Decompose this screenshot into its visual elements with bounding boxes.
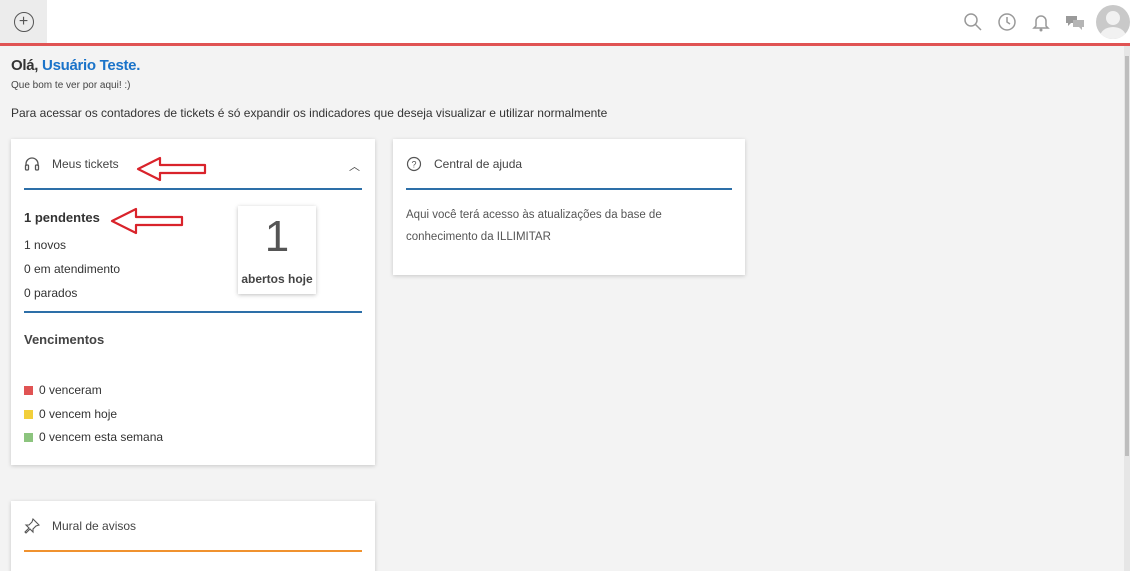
due-overdue[interactable]: 0 venceram <box>24 383 102 397</box>
search-icon <box>964 13 982 31</box>
greeting-hello: Olá, <box>11 57 39 74</box>
scrollbar-thumb[interactable] <box>1125 56 1129 456</box>
history-icon <box>998 13 1016 31</box>
help-text-line1: Aqui você terá acesso às atualizações da… <box>406 209 662 221</box>
annotation-arrow-pending <box>110 207 184 235</box>
tickets-pending[interactable]: 1 pendentes <box>24 210 100 225</box>
greeting-user-name[interactable]: Usuário Teste. <box>42 57 140 74</box>
help-card-title: Central de ajuda <box>434 156 523 171</box>
chevron-up-icon[interactable]: ︿ <box>349 158 360 174</box>
due-week-label: 0 vencem esta semana <box>39 430 164 444</box>
intro-text: Para acessar os contadores de tickets é … <box>11 106 608 120</box>
svg-text:?: ? <box>411 159 416 169</box>
add-icon: + <box>13 12 34 32</box>
notifications-button[interactable] <box>1024 0 1058 44</box>
overdue-color-square <box>24 386 33 395</box>
due-title: Vencimentos <box>24 332 105 347</box>
greeting-subtitle: Que bom te ver por aqui! :) <box>11 80 131 91</box>
headset-icon <box>24 156 40 171</box>
avatar[interactable] <box>1096 5 1130 39</box>
tickets-new[interactable]: 1 novos <box>24 238 66 252</box>
tickets-in-progress[interactable]: 0 em atendimento <box>24 262 120 276</box>
bell-icon <box>1032 15 1050 32</box>
tickets-card: Meus tickets ︿ 1 pendentes 1 novos 0 em … <box>11 139 375 465</box>
top-bar: + <box>0 0 1130 44</box>
opened-today-count: 1 <box>264 212 290 261</box>
opened-today-counter[interactable]: 1 abertos hoje <box>238 206 316 294</box>
question-icon: ? <box>406 156 422 171</box>
topbar-actions <box>956 0 1130 44</box>
week-color-square <box>24 433 33 442</box>
header-accent-line <box>0 43 1130 46</box>
opened-today-label: abertos hoje <box>241 272 313 286</box>
help-card-header[interactable]: ? Central de ajuda <box>406 139 732 190</box>
due-week[interactable]: 0 vencem esta semana <box>24 430 163 444</box>
chat-button[interactable] <box>1058 0 1092 44</box>
history-button[interactable] <box>990 0 1024 44</box>
due-today[interactable]: 0 vencem hoje <box>24 407 117 421</box>
annotation-arrow-title <box>136 156 207 182</box>
add-button[interactable]: + <box>0 0 47 44</box>
due-today-label: 0 vencem hoje <box>39 407 118 421</box>
tickets-card-title: Meus tickets <box>52 156 119 171</box>
tickets-divider <box>24 311 362 313</box>
chat-icon <box>1066 16 1084 30</box>
help-text-line2: conhecimento da ILLIMITAR <box>406 231 551 243</box>
mural-card-header[interactable]: Mural de avisos <box>24 501 362 552</box>
pin-icon <box>24 517 40 534</box>
search-button[interactable] <box>956 0 990 44</box>
scrollbar[interactable] <box>1124 46 1130 571</box>
greeting: Olá, Usuário Teste. <box>11 57 140 74</box>
help-card: ? Central de ajuda Aqui você terá acesso… <box>393 139 745 275</box>
tickets-stopped[interactable]: 0 parados <box>24 286 77 300</box>
today-color-square <box>24 410 33 419</box>
mural-card: Mural de avisos <box>11 501 375 571</box>
due-overdue-label: 0 venceram <box>39 383 102 397</box>
mural-card-title: Mural de avisos <box>52 518 137 533</box>
